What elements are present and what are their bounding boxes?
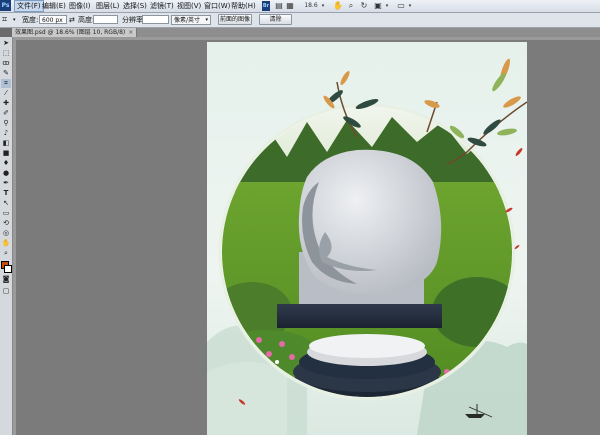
hand-tool-icon[interactable]: ✋	[333, 1, 343, 11]
screen-mode-icon[interactable]: ▭	[395, 1, 407, 11]
resolution-unit-select[interactable]: 像素/英寸 ▾	[171, 15, 211, 25]
screen-mode-icon[interactable]: ▢	[1, 287, 11, 296]
move-tool-icon[interactable]: ➤	[1, 39, 11, 48]
document-canvas[interactable]	[207, 42, 527, 435]
hand-tool-icon[interactable]: ✋	[1, 239, 11, 248]
tools-panel: ➤ ⬚ ꝏ ✎ ⌗ ⁄ ✚ ✐ ⚲ ♪ ◧ ■ ♦ ● ✒ T ↖ ▭ ⟲ ◎ …	[0, 37, 13, 435]
clone-stamp-tool-icon[interactable]: ⚲	[1, 119, 11, 128]
menu-image[interactable]: 图像(I)	[67, 1, 93, 11]
crop-tool-icon[interactable]: ⌗	[1, 79, 11, 88]
eraser-tool-icon[interactable]: ◧	[1, 139, 11, 148]
path-selection-tool-icon[interactable]: ↖	[1, 199, 11, 208]
eyedropper-tool-icon[interactable]: ⁄	[1, 89, 11, 98]
shape-tool-icon[interactable]: ▭	[1, 209, 11, 218]
options-bar: ⌗ ▾ 宽度: 600 px ⇄ 高度: 分辨率: 像素/英寸 ▾ 前面的图像 …	[0, 13, 600, 28]
zoom-level[interactable]: 18.6	[303, 1, 319, 11]
resolution-unit-value: 像素/英寸	[174, 17, 201, 24]
menu-layer[interactable]: 图层(L)	[94, 1, 121, 11]
preset-dropdown-icon[interactable]: ▾	[13, 15, 16, 25]
3d-camera-tool-icon[interactable]: ◎	[1, 229, 11, 238]
zoom-dropdown-icon[interactable]: ▾	[320, 1, 326, 11]
brush-tool-icon[interactable]: ✐	[1, 109, 11, 118]
view-extras-icon[interactable]: ▦	[285, 1, 295, 11]
arrange-documents-icon[interactable]: ▣	[372, 1, 384, 11]
history-brush-tool-icon[interactable]: ♪	[1, 129, 11, 138]
pen-tool-icon[interactable]: ✒	[1, 179, 11, 188]
document-tab[interactable]: 效果图.psd @ 18.6% (图层 10, RGB/8) ×	[12, 28, 138, 37]
quick-mask-icon[interactable]: ◙	[1, 275, 11, 284]
document-tab-title: 效果图.psd @ 18.6% (图层 10, RGB/8)	[15, 29, 126, 36]
menu-view[interactable]: 视图(V)	[175, 1, 203, 11]
close-tab-icon[interactable]: ×	[128, 29, 133, 36]
swap-dimensions-icon[interactable]: ⇄	[69, 15, 75, 25]
healing-brush-tool-icon[interactable]: ✚	[1, 99, 11, 108]
crop-tool-preset-icon[interactable]: ⌗	[2, 15, 7, 25]
quick-selection-tool-icon[interactable]: ✎	[1, 69, 11, 78]
menu-select[interactable]: 选择(S)	[121, 1, 149, 11]
menu-window[interactable]: 窗口(W)	[202, 1, 232, 11]
artwork	[207, 42, 527, 435]
menu-edit[interactable]: 编辑(E)	[40, 1, 68, 11]
rotate-view-icon[interactable]: ↻	[359, 1, 369, 11]
menu-filter[interactable]: 滤镜(T)	[148, 1, 176, 11]
zoom-tool-icon[interactable]: ⌕	[1, 249, 11, 258]
type-tool-icon[interactable]: T	[1, 189, 11, 198]
background-color-swatch[interactable]	[4, 265, 12, 273]
menu-help[interactable]: 帮助(H)	[229, 1, 258, 11]
screen-mode-dropdown-icon[interactable]: ▾	[407, 1, 413, 11]
dodge-tool-icon[interactable]: ●	[1, 169, 11, 178]
width-label: 宽度:	[22, 16, 39, 24]
zoom-tool-icon[interactable]: ⌕	[346, 1, 356, 11]
width-field[interactable]: 600 px	[39, 15, 67, 24]
3d-rotate-tool-icon[interactable]: ⟲	[1, 219, 11, 228]
vertical-ruler	[13, 37, 16, 435]
height-field[interactable]	[93, 15, 118, 24]
arrange-dropdown-icon[interactable]: ▾	[384, 1, 390, 11]
blur-tool-icon[interactable]: ♦	[1, 159, 11, 168]
photoshop-logo: Ps	[0, 0, 11, 11]
clear-button[interactable]: 清除	[259, 14, 292, 25]
front-image-button[interactable]: 前面的图像	[218, 14, 252, 25]
menu-bar: Ps 文件(F) 编辑(E) 图像(I) 图层(L) 选择(S) 滤镜(T) 视…	[0, 0, 600, 13]
chevron-down-icon: ▾	[205, 17, 208, 23]
resolution-field[interactable]	[142, 15, 169, 24]
mini-bridge-icon[interactable]: ▤	[274, 1, 284, 11]
marquee-tool-icon[interactable]: ⬚	[1, 49, 11, 58]
document-tab-bar: 效果图.psd @ 18.6% (图层 10, RGB/8) ×	[12, 28, 600, 37]
bridge-icon[interactable]: Br	[262, 1, 270, 11]
horizontal-ruler	[13, 37, 600, 40]
lasso-tool-icon[interactable]: ꝏ	[1, 59, 11, 68]
gradient-tool-icon[interactable]: ■	[1, 149, 11, 158]
height-label: 高度:	[78, 16, 95, 24]
